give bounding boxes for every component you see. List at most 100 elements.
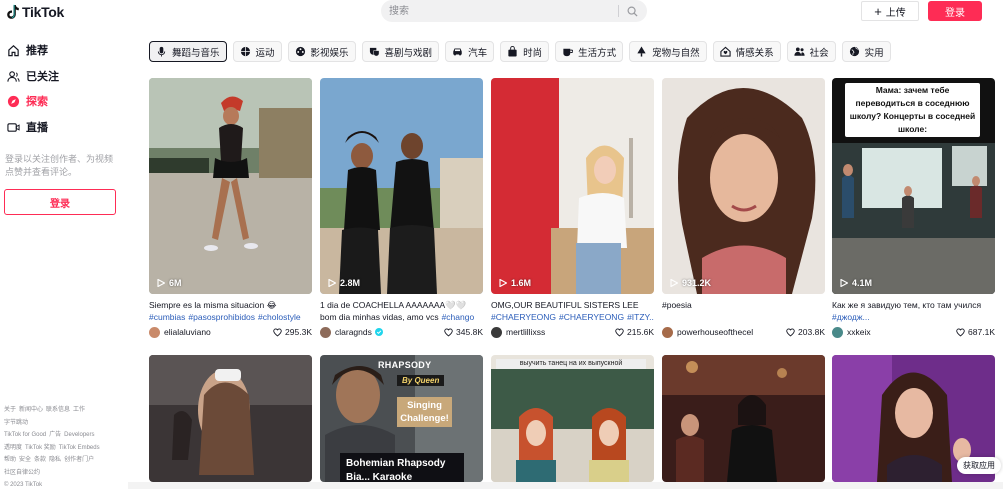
bottom-scroll-edge xyxy=(128,482,1003,489)
author-link[interactable]: powerhouseofthecel xyxy=(662,326,786,338)
get-app-button[interactable]: 获取应用 xyxy=(957,457,1001,474)
avatar[interactable] xyxy=(491,326,502,338)
footer-row: 透明度 TikTok 奖励 TikTok Embeds xyxy=(4,443,120,454)
video-caption[interactable]: 1 dia de COACHELLA AAAAAAA🤍🤍 xyxy=(320,299,483,311)
category-chip-label: 时尚 xyxy=(523,47,543,59)
avatar[interactable] xyxy=(149,326,160,338)
category-chip[interactable]: 喜剧与戏剧 xyxy=(361,41,440,62)
footer-row: © 2023 TikTok xyxy=(4,480,120,489)
search-divider xyxy=(618,5,619,17)
category-chip[interactable]: 社会 xyxy=(786,41,836,62)
category-chip[interactable]: 情感关系 xyxy=(712,41,781,62)
heart-icon xyxy=(444,327,453,336)
video-caption[interactable]: Siempre es la misma situacion 😂 xyxy=(149,299,312,311)
video-frame xyxy=(149,78,312,294)
sidebar-item-explore[interactable]: 探索 xyxy=(6,91,48,111)
video-thumbnail[interactable]: Мама: зачем тебе переводиться в соседнюю… xyxy=(832,78,995,294)
video-thumbnail[interactable]: 1.6M xyxy=(491,78,654,294)
overlay-caption-strip: выучить танец на их выпускной xyxy=(496,359,646,369)
footer-link[interactable]: 联系信息 xyxy=(46,405,70,416)
avatar[interactable] xyxy=(662,326,673,338)
video-card[interactable]: Мама: зачем тебе переводиться в соседнюю… xyxy=(832,78,995,343)
upload-label: 上传 xyxy=(885,7,906,19)
footer-link[interactable]: © 2023 TikTok xyxy=(4,480,42,489)
video-card[interactable]: 1.6M OMG,OUR BEAUTIFUL SISTERS LEE #CHAERY… xyxy=(491,78,654,343)
hashtag-link[interactable]: #pasosprohibidos xyxy=(188,312,255,322)
video-caption[interactable]: Как же я завидую тем, кто там учился xyxy=(832,299,995,311)
video-caption[interactable]: OMG,OUR BEAUTIFUL SISTERS LEE xyxy=(491,299,654,311)
category-chip[interactable]: 汽车 xyxy=(445,41,495,62)
overlay-by-queen: By Queen xyxy=(397,375,445,386)
video-thumbnail[interactable]: 931.2K xyxy=(662,78,825,294)
video-thumbnail[interactable]: 6M xyxy=(149,78,312,294)
footer-link[interactable]: 社区自律公约 xyxy=(4,468,40,479)
hashtag-link[interactable]: #chango xyxy=(442,312,475,322)
video-hashtags: #CHAERYEONG #CHAERYEONG #ITZY... xyxy=(491,311,654,323)
author-link[interactable]: claragnds xyxy=(320,326,444,338)
tiktok-logo-icon xyxy=(7,4,19,19)
author-link[interactable]: xxkeix xyxy=(832,326,956,338)
video-card[interactable]: 2.8M 1 dia de COACHELLA AAAAAAA🤍🤍 bom dia … xyxy=(320,78,483,343)
footer-link[interactable]: 条款 xyxy=(34,455,46,466)
avatar[interactable] xyxy=(320,326,331,338)
footer-link[interactable]: 工作 xyxy=(73,405,85,416)
upload-button[interactable]: + 上传 xyxy=(861,1,919,21)
search-bar[interactable] xyxy=(381,0,647,22)
video-thumbnail[interactable] xyxy=(149,355,312,482)
like-count: 203.8K xyxy=(786,327,825,337)
author-link[interactable]: mertlillixss xyxy=(491,326,615,338)
footer-link[interactable]: Developers xyxy=(64,430,94,441)
video-hashtags: #cumbias #pasosprohibidos #cholostyle xyxy=(149,311,312,323)
category-chip[interactable]: 舞蹈与音乐 xyxy=(149,41,227,62)
video-meta: xxkeix 687.1K xyxy=(832,325,995,339)
video-thumbnail[interactable]: 2.8M xyxy=(320,78,483,294)
video-card[interactable]: 6M Siempre es la misma situacion 😂 #cumbia… xyxy=(149,78,312,343)
footer-link[interactable]: TikTok Embeds xyxy=(59,443,100,454)
hashtag-link[interactable]: #ITZY... xyxy=(627,312,654,322)
heart-icon xyxy=(786,327,795,336)
hashtag-link[interactable]: #cumbias xyxy=(149,312,185,322)
footer-link[interactable]: 帮助 xyxy=(4,455,16,466)
video-frame-party xyxy=(662,355,825,482)
footer-link[interactable]: TikTok for Good xyxy=(4,430,46,441)
category-chip[interactable]: 运动 xyxy=(232,41,282,62)
footer-link[interactable]: 透明度 xyxy=(4,443,22,454)
sidebar-item-following[interactable]: 已关注 xyxy=(6,66,59,86)
video-thumbnail[interactable]: RHAPSODY By Queen Singing Challenge! Boh… xyxy=(320,355,483,482)
tiktok-logo[interactable]: TikTok xyxy=(6,2,64,22)
category-chip[interactable]: 时尚 xyxy=(500,41,550,62)
video-thumbnail[interactable]: выучить танец на их выпускной xyxy=(491,355,654,482)
footer-row: 关于 新闻中心 联系信息 工作 xyxy=(4,405,120,416)
sidebar-item-for-you[interactable]: 推荐 xyxy=(6,40,48,60)
footer-link[interactable]: 新闻中心 xyxy=(19,405,43,416)
search-input[interactable] xyxy=(389,3,611,19)
search-button[interactable] xyxy=(623,3,641,19)
hashtag-link[interactable]: #CHAERYEONG xyxy=(559,312,624,322)
author-link[interactable]: elialaluviano xyxy=(149,326,273,338)
sidebar-item-live[interactable]: 直播 xyxy=(6,117,48,137)
sidebar-login-button[interactable]: 登录 xyxy=(4,189,116,215)
footer-link[interactable]: 安全 xyxy=(19,455,31,466)
category-chip[interactable]: 影视娱乐 xyxy=(287,41,356,62)
video-thumbnail[interactable] xyxy=(662,355,825,482)
video-card[interactable]: 931.2K #poesia powerhouseofthecel 203.8K xyxy=(662,78,825,343)
footer-link[interactable]: 隐私 xyxy=(49,455,61,466)
footer-link[interactable]: 关于 xyxy=(4,405,16,416)
category-chip[interactable]: 实用 xyxy=(841,41,891,62)
avatar[interactable] xyxy=(832,326,843,338)
category-chip[interactable]: 生活方式 xyxy=(555,41,624,62)
footer-link[interactable]: 创作者门户 xyxy=(64,455,94,466)
explore-icon xyxy=(6,94,20,108)
view-count: 931.2K xyxy=(670,278,711,288)
footer-link[interactable]: 字节跳动 xyxy=(4,418,28,429)
footer-link[interactable]: TikTok 奖励 xyxy=(25,443,56,454)
login-button[interactable]: 登录 xyxy=(928,1,982,21)
hashtag-link[interactable]: #cholostyle xyxy=(258,312,301,322)
category-chip[interactable]: 宠物与自然 xyxy=(629,41,707,62)
video-caption[interactable]: #poesia xyxy=(662,299,825,311)
footer-link[interactable]: 广告 xyxy=(49,430,61,441)
login-hint: 登录以关注创作者、为视频点赞并查看评论。 xyxy=(5,154,114,177)
hashtag-link[interactable]: #CHAERYEONG xyxy=(491,312,556,322)
video-meta: elialaluviano 295.3K xyxy=(149,325,312,339)
hashtag-link[interactable]: #джодж... xyxy=(832,312,870,322)
